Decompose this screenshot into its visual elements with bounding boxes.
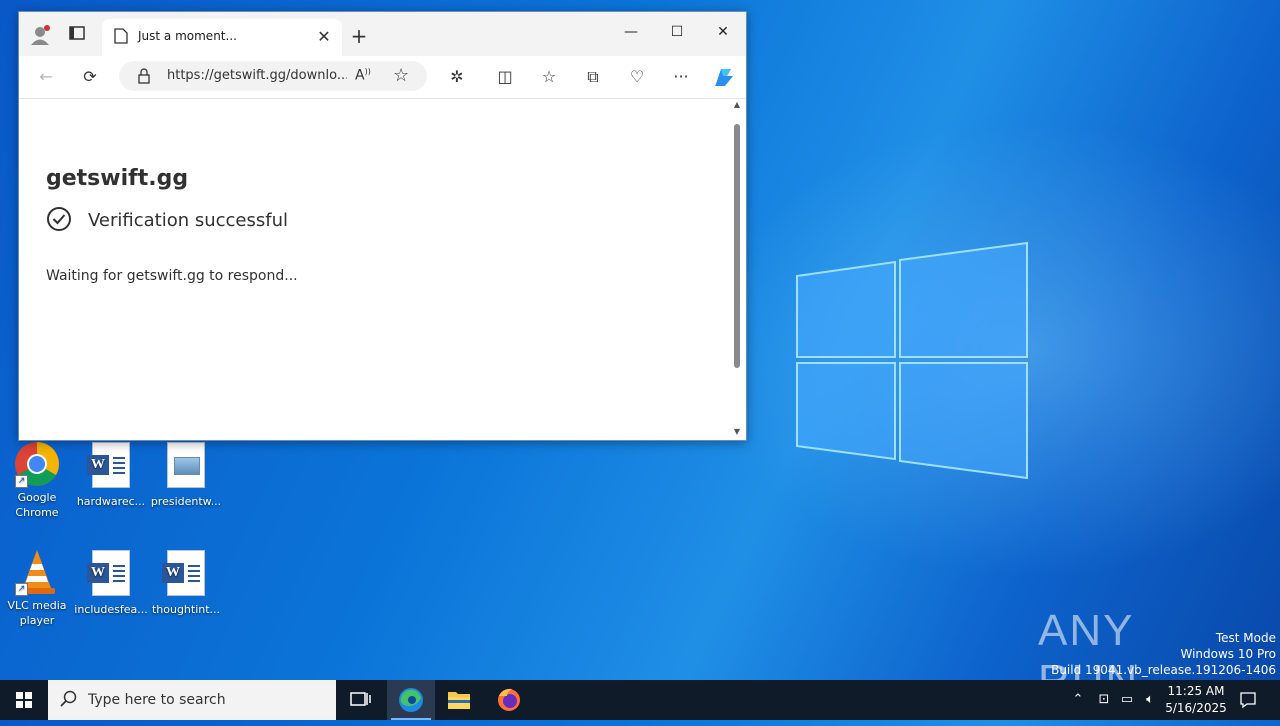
chrome-icon: ↗ <box>13 440 61 488</box>
desktop-icon-label: hardwarec... <box>76 495 146 508</box>
taskbar-file-explorer[interactable] <box>435 680 483 720</box>
page-icon <box>114 28 128 48</box>
firefox-icon <box>498 688 520 711</box>
desktop-icon-label: includesfea... <box>74 603 148 616</box>
scroll-thumb[interactable] <box>734 124 740 368</box>
folder-icon <box>448 692 470 709</box>
minimize-button[interactable]: — <box>608 18 654 46</box>
copilot-icon[interactable] <box>711 64 737 90</box>
desktop-icon-label: Google Chrome <box>15 491 59 519</box>
notification-center-icon[interactable] <box>1236 680 1260 720</box>
show-hidden-icons-chevron-icon[interactable]: ⌃ <box>1068 680 1088 720</box>
refresh-button[interactable]: ⟳ <box>76 65 104 89</box>
verification-status: Verification successful <box>88 210 289 231</box>
new-tab-button[interactable]: + <box>345 24 373 48</box>
image-file-icon <box>167 442 205 488</box>
test-mode-text: Test Mode <box>1215 631 1276 645</box>
vertical-scrollbar[interactable]: ▲ ▼ <box>732 100 742 436</box>
desktop-icon-includesfea[interactable]: W includesfea... <box>74 548 148 617</box>
favorites-icon[interactable]: ☆ <box>535 65 563 89</box>
desktop-icon-presidentw[interactable]: presidentw... <box>149 440 223 509</box>
tab-title: Just a moment... <box>138 29 237 43</box>
page-content: getswift.gg Verification successful Wait… <box>22 100 730 436</box>
back-button[interactable]: ← <box>32 65 60 89</box>
desktop-icon-vlc[interactable]: ↗ VLC media player <box>0 548 74 628</box>
scroll-up-arrow-icon[interactable]: ▲ <box>732 100 742 109</box>
word-document-icon: W <box>87 550 130 596</box>
shortcut-arrow-icon: ↗ <box>15 583 28 596</box>
taskbar: Type here to search ⌃ ⊡ ▭ 🔈︎ 11:25 AM 5/… <box>0 680 1280 720</box>
vlc-cone-icon: ↗ <box>13 548 61 596</box>
url-text: https://getswift.gg/downlo... <box>167 68 347 83</box>
volume-icon[interactable]: 🔈︎ <box>1140 680 1160 720</box>
title-bar: Just a moment... ✕ + — ☐ ✕ <box>19 12 746 56</box>
scroll-down-arrow-icon[interactable]: ▼ <box>732 427 742 436</box>
taskbar-edge-app[interactable] <box>387 680 435 720</box>
taskbar-clock[interactable]: 11:25 AM 5/16/2025 <box>1160 683 1232 717</box>
system-info: Test Mode Windows 10 Pro Build 19041.vb_… <box>1051 630 1276 678</box>
close-button[interactable]: ✕ <box>700 18 746 46</box>
desktop-icon-chrome[interactable]: ↗ Google Chrome <box>0 440 74 520</box>
browser-toolbar: ← ⟳ https://getswift.gg/downlo... A)) ☆ … <box>19 56 746 99</box>
extensions-icon[interactable]: ✲ <box>443 65 471 89</box>
address-bar[interactable]: https://getswift.gg/downlo... A)) ☆ <box>119 61 427 91</box>
split-screen-icon[interactable]: ◫ <box>491 65 519 89</box>
os-text: Windows 10 Pro <box>1180 647 1276 661</box>
taskbar-search-box[interactable]: Type here to search <box>48 680 336 720</box>
search-placeholder: Type here to search <box>88 692 226 708</box>
windows-start-icon <box>16 692 32 708</box>
profile-icon[interactable] <box>29 24 51 46</box>
desktop-icon-label: VLC media player <box>7 599 67 627</box>
site-title: getswift.gg <box>46 166 189 191</box>
browser-essentials-icon[interactable]: ♡ <box>623 65 651 89</box>
edge-browser-window: Just a moment... ✕ + — ☐ ✕ ← ⟳ https://g… <box>18 11 747 441</box>
read-aloud-icon[interactable]: A)) <box>355 67 371 84</box>
waiting-message: Waiting for getswift.gg to respond... <box>46 268 298 284</box>
desktop-icon-hardwarec[interactable]: W hardwarec... <box>74 440 148 509</box>
network-icon[interactable]: ▭ <box>1117 680 1137 720</box>
word-document-icon: W <box>87 442 130 488</box>
task-view-icon <box>350 692 371 706</box>
lock-icon[interactable] <box>137 68 151 88</box>
desktop-icon-label: thoughtint... <box>151 603 221 616</box>
tab-actions-icon[interactable] <box>69 26 87 42</box>
check-circle-icon <box>46 206 72 236</box>
search-icon <box>60 690 78 712</box>
collections-icon[interactable]: ⧉ <box>579 65 607 89</box>
build-text: Build 19041.vb_release.191206-1406 <box>1051 663 1276 677</box>
clock-date: 5/16/2025 <box>1165 701 1227 715</box>
more-menu-icon[interactable]: ··· <box>667 65 695 89</box>
clock-time: 11:25 AM <box>1167 684 1225 698</box>
edge-icon <box>399 688 423 712</box>
network-status-icon[interactable]: ⊡ <box>1094 680 1114 720</box>
task-view-button[interactable] <box>336 680 384 720</box>
favorite-star-icon[interactable]: ☆ <box>393 65 409 86</box>
desktop-icon-thoughtint[interactable]: W thoughtint... <box>149 548 223 617</box>
tab-close-icon[interactable]: ✕ <box>314 27 334 47</box>
tab-active[interactable]: Just a moment... ✕ <box>102 19 342 56</box>
taskbar-firefox[interactable] <box>485 680 533 720</box>
start-button[interactable] <box>0 680 48 720</box>
shortcut-arrow-icon: ↗ <box>15 475 28 488</box>
word-document-icon: W <box>162 550 205 596</box>
desktop-icon-label: presidentw... <box>150 495 222 508</box>
maximize-button[interactable]: ☐ <box>654 18 700 46</box>
